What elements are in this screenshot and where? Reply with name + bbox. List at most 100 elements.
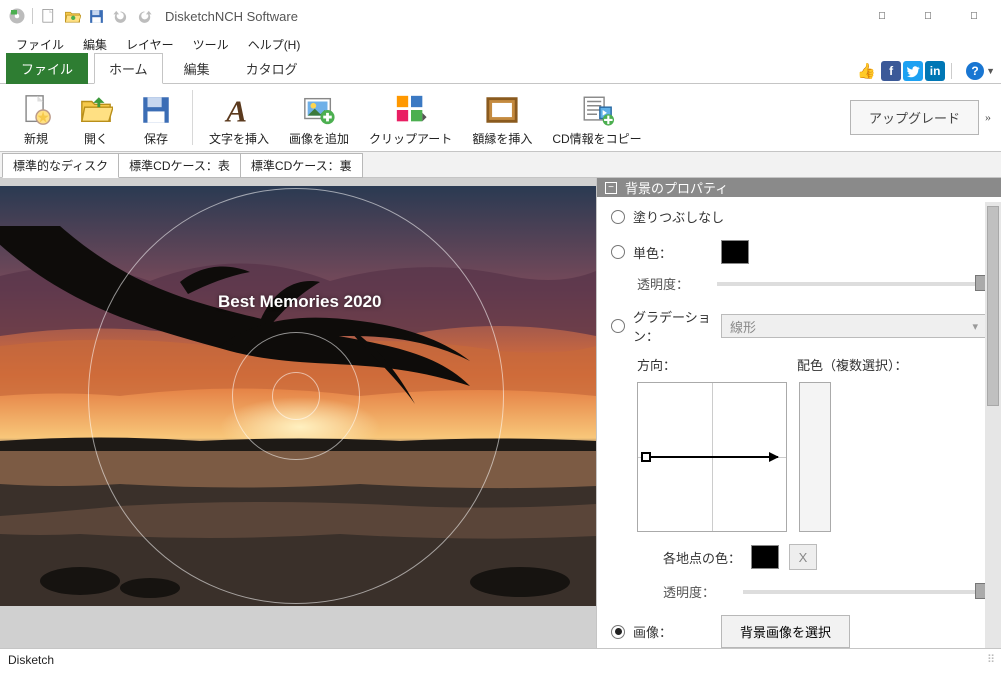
svg-text:A: A: [224, 93, 247, 127]
label: 画像を追加: [289, 130, 349, 147]
ribbon-open-button[interactable]: 開く: [66, 87, 126, 149]
save-icon: [137, 91, 175, 129]
fill-solid-option[interactable]: 単色：: [611, 240, 987, 264]
ribbon-insert-frame-button[interactable]: 額縁を挿入: [462, 87, 542, 149]
solid-opacity-slider[interactable]: [717, 282, 987, 286]
gradient-stop-swatch[interactable]: [751, 545, 779, 569]
qat-redo-icon[interactable]: [133, 5, 155, 27]
ribbon-copy-cdinfo-button[interactable]: CD情報をコピー: [542, 87, 651, 149]
ribbon-clipart-button[interactable]: クリップアート: [359, 87, 462, 149]
radio-icon: [611, 319, 625, 333]
collapse-icon: −: [605, 182, 617, 194]
menu-edit[interactable]: 編集: [75, 34, 115, 55]
gradient-colors-list[interactable]: [799, 382, 831, 532]
upgrade-area: アップグレード »: [850, 84, 995, 151]
remove-stop-button[interactable]: X: [789, 544, 817, 570]
app-icon: [6, 5, 28, 27]
chevron-down-icon: ▼: [986, 66, 995, 76]
document-tabstrip: 標準的なディスク 標準CDケース：表 標準CDケース：裏: [0, 152, 1001, 178]
label: 単色：: [633, 243, 672, 262]
fill-image-option[interactable]: 画像： 背景画像を選択: [611, 615, 987, 648]
separator: [192, 90, 193, 145]
social-links: 👍 f in ? ▼: [854, 61, 995, 83]
qat-new-icon[interactable]: [37, 5, 59, 27]
image-icon: [300, 91, 338, 129]
ribbon-new-button[interactable]: 新規: [6, 87, 66, 149]
text-icon: A: [220, 91, 258, 129]
label: 開く: [84, 130, 108, 147]
property-panel-body: 塗りつぶしなし 単色： 透明度：: [597, 197, 1001, 648]
scrollbar[interactable]: [985, 202, 1001, 648]
label: 透明度：: [637, 274, 717, 293]
status-bar: Disketch ⠿: [0, 648, 1001, 670]
frame-icon: [483, 91, 521, 129]
ribbon-tab-file[interactable]: ファイル: [6, 53, 88, 84]
property-panel-header[interactable]: − 背景のプロパティ: [597, 178, 1001, 197]
scrollbar-thumb[interactable]: [987, 206, 999, 406]
linkedin-icon[interactable]: in: [925, 61, 945, 81]
select-background-image-button[interactable]: 背景画像を選択: [721, 615, 850, 648]
ribbon-tab-home[interactable]: ホーム: [94, 53, 163, 84]
resize-grip-icon[interactable]: ⠿: [987, 653, 993, 666]
gradient-type-select[interactable]: 線形: [721, 314, 987, 338]
facebook-icon[interactable]: f: [881, 61, 901, 81]
ribbon-group-file: 新規 開く 保存: [6, 84, 186, 151]
help-dropdown[interactable]: ? ▼: [966, 62, 995, 80]
label: 文字を挿入: [209, 130, 269, 147]
fill-gradient-option[interactable]: グラデーション： 線形: [611, 307, 987, 345]
workspace: Best Memories 2020 − 背景のプロパティ 塗りつぶしなし 単色…: [0, 178, 1001, 648]
doc-tab-standard-disc[interactable]: 標準的なディスク: [2, 153, 119, 178]
status-text: Disketch: [8, 653, 54, 667]
radio-icon: [611, 210, 625, 224]
label: 透明度：: [663, 582, 743, 601]
label: グラデーション：: [633, 307, 721, 345]
doc-tab-cd-case-front[interactable]: 標準CDケース：表: [118, 153, 241, 178]
direction-label: 方向：: [637, 355, 797, 374]
ribbon-tab-catalog[interactable]: カタログ: [231, 53, 313, 84]
canvas-area[interactable]: Best Memories 2020: [0, 178, 596, 648]
radio-icon: [611, 245, 625, 259]
selected-value: 線形: [730, 317, 756, 336]
minimize-button[interactable]: : [859, 1, 905, 31]
title-bar: DisketchNCH Software   : [0, 0, 1001, 32]
twitter-icon[interactable]: [903, 61, 923, 81]
solid-opacity-row: 透明度：: [637, 274, 987, 293]
ribbon-group-insert: A 文字を挿入 画像を追加 クリップアート 額縁を挿入 CD情: [199, 84, 652, 151]
gradient-direction-picker[interactable]: [637, 382, 787, 532]
ribbon-tabstrip: ファイル ホーム 編集 カタログ 👍 f in ? ▼: [0, 56, 1001, 84]
disc-title-text[interactable]: Best Memories 2020: [218, 292, 381, 312]
cdinfo-icon: [578, 91, 616, 129]
ribbon-tab-edit[interactable]: 編集: [169, 53, 225, 84]
ribbon-save-button[interactable]: 保存: [126, 87, 186, 149]
doc-tab-cd-case-back[interactable]: 標準CDケース：裏: [240, 153, 363, 178]
like-icon[interactable]: 👍: [854, 62, 879, 80]
gradient-sublabels: 方向： 配色（複数選択）：: [637, 355, 987, 374]
qat-undo-icon[interactable]: [109, 5, 131, 27]
property-panel: − 背景のプロパティ 塗りつぶしなし 単色： 透明度：: [596, 178, 1001, 648]
overflow-indicator[interactable]: »: [985, 110, 991, 125]
menu-file[interactable]: ファイル: [8, 34, 72, 55]
label: 新規: [24, 130, 48, 147]
qat-open-icon[interactable]: [61, 5, 83, 27]
open-icon: [77, 91, 115, 129]
fill-none-option[interactable]: 塗りつぶしなし: [611, 207, 987, 226]
quick-access-toolbar: [6, 5, 155, 27]
gradient-opacity-slider[interactable]: [743, 590, 987, 594]
solid-color-swatch[interactable]: [721, 240, 749, 264]
ribbon-add-image-button[interactable]: 画像を追加: [279, 87, 359, 149]
qat-save-icon[interactable]: [85, 5, 107, 27]
upgrade-button[interactable]: アップグレード: [850, 100, 979, 135]
menu-layer[interactable]: レイヤー: [118, 34, 182, 55]
gradient-opacity-row: 透明度：: [663, 582, 987, 601]
colors-label: 配色（複数選択）：: [797, 355, 908, 374]
help-icon: ?: [966, 62, 984, 80]
clipart-icon: [392, 91, 430, 129]
ribbon-body: 新規 開く 保存 A 文字を挿入 画像を追加: [0, 84, 1001, 152]
maximize-button[interactable]: : [905, 1, 951, 31]
ribbon-insert-text-button[interactable]: A 文字を挿入: [199, 87, 279, 149]
menu-tool[interactable]: ツール: [185, 34, 237, 55]
property-panel-title: 背景のプロパティ: [625, 178, 728, 197]
menu-help[interactable]: ヘルプ(H): [240, 34, 309, 55]
separator: [32, 8, 33, 24]
close-button[interactable]: : [951, 1, 997, 31]
